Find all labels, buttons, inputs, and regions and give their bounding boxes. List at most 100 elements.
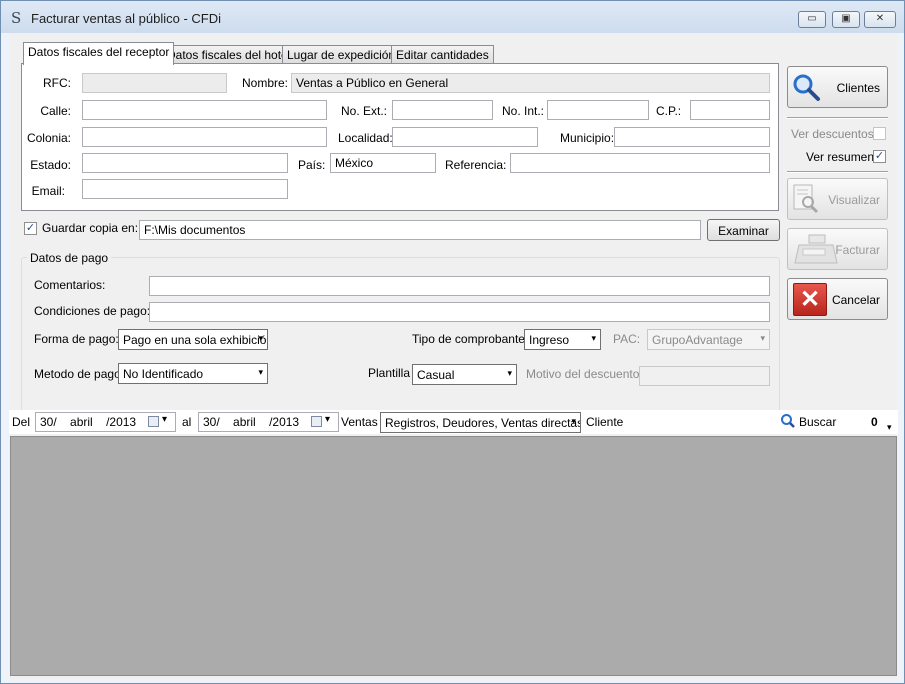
chevron-down-icon: ▾ <box>571 416 576 426</box>
clientes-label: Clientes <box>836 81 880 95</box>
colonia-field[interactable] <box>82 127 327 147</box>
rfc-field[interactable] <box>82 73 227 93</box>
maximize-icon: ▣ <box>841 13 851 24</box>
tab-editar-cantidades[interactable]: Editar cantidades <box>391 45 494 64</box>
minimize-button[interactable]: ▭ <box>798 11 826 28</box>
tab-lugar-expedicion[interactable]: Lugar de expedición <box>282 45 401 64</box>
result-count: 0 <box>871 415 878 429</box>
date-from-picker[interactable]: 30/ abril /2013 ▾ <box>35 412 176 432</box>
results-grid[interactable] <box>10 436 897 676</box>
tipo-comprobante-select[interactable]: Ingreso ▾ <box>524 329 601 350</box>
colonia-label: Colonia: <box>26 131 71 145</box>
guardar-path-field[interactable]: F:\Mis documentos <box>139 220 701 240</box>
date-to-month: abril <box>233 415 256 429</box>
tipo-comprobante-label: Tipo de comprobante: <box>412 332 529 346</box>
ventas-value: Registros, Deudores, Ventas directas <box>385 416 581 430</box>
ver-resumen-checkbox[interactable]: ✓ <box>873 150 886 163</box>
date-to-picker[interactable]: 30/ abril /2013 ▾ <box>198 412 339 432</box>
motivo-descuento-label: Motivo del descuento: <box>526 367 643 381</box>
condiciones-field[interactable] <box>149 302 770 322</box>
datos-pago-title: Datos de pago <box>27 251 112 265</box>
pac-label: PAC: <box>613 332 641 346</box>
print-preview-icon <box>793 184 819 214</box>
chevron-down-icon: ▾ <box>507 368 512 378</box>
pac-select[interactable]: GrupoAdvantage ▾ <box>647 329 770 350</box>
title-bar[interactable]: S Facturar ventas al público - CFDi ▭ ▣ … <box>1 1 904 33</box>
nombre-label: Nombre: <box>242 76 289 90</box>
rfc-label: RFC: <box>43 76 71 90</box>
cancelar-label: Cancelar <box>831 293 880 307</box>
facturar-label: Facturar <box>835 243 880 257</box>
app-icon: S <box>11 9 22 27</box>
localidad-label: Localidad: <box>338 131 393 145</box>
date-from-month: abril <box>70 415 93 429</box>
side-separator <box>787 171 888 173</box>
plantilla-select[interactable]: Casual ▾ <box>412 364 517 385</box>
window-title: Facturar ventas al público - CFDi <box>31 11 222 26</box>
ventas-label: Ventas <box>341 415 378 429</box>
ventas-select[interactable]: Registros, Deudores, Ventas directas ▾ <box>380 412 581 433</box>
comentarios-field[interactable] <box>149 276 770 296</box>
plantilla-value: Casual <box>417 368 455 382</box>
guardar-copia-checkbox[interactable]: ✓ <box>24 222 37 235</box>
forma-pago-label: Forma de pago: <box>34 332 119 346</box>
metodo-pago-label: Metodo de pago: <box>34 367 125 381</box>
guardar-copia-label: Guardar copia en: <box>42 221 139 235</box>
cliente-label: Cliente <box>586 415 624 429</box>
facturar-button[interactable]: Facturar <box>787 228 888 270</box>
referencia-field[interactable] <box>510 153 770 173</box>
minimize-icon: ▭ <box>807 13 817 24</box>
localidad-field[interactable] <box>392 127 538 147</box>
cancelar-button[interactable]: ✕ Cancelar <box>787 278 888 320</box>
checkmark-icon: ✓ <box>874 150 885 162</box>
chevron-down-icon: ▾ <box>760 333 765 343</box>
cp-label: C.P.: <box>656 104 682 118</box>
cp-field[interactable] <box>690 100 770 120</box>
calendar-icon[interactable] <box>148 416 159 427</box>
close-icon: ✕ <box>875 13 885 24</box>
ver-descuentos-label: Ver descuentos <box>791 127 874 141</box>
examinar-button[interactable]: Examinar <box>707 219 780 241</box>
date-to-day: 30/ <box>203 415 220 429</box>
calendar-icon[interactable] <box>311 416 322 427</box>
email-field[interactable] <box>82 179 288 199</box>
del-label: Del <box>12 415 31 429</box>
nombre-field[interactable]: Ventas a Público en General <box>291 73 770 93</box>
close-button[interactable]: ✕ <box>864 11 896 28</box>
plantilla-label: Plantilla <box>368 366 411 380</box>
chevron-down-icon: ▾ <box>162 414 168 425</box>
pais-field[interactable]: México <box>330 153 436 173</box>
forma-pago-select[interactable]: Pago en una sola exhibició ▾ <box>118 329 268 350</box>
app-window: S Facturar ventas al público - CFDi ▭ ▣ … <box>0 0 905 684</box>
buscar-label: Buscar <box>799 415 837 429</box>
motivo-descuento-field[interactable] <box>639 366 770 386</box>
metodo-pago-select[interactable]: No Identificado ▾ <box>118 363 268 384</box>
chevron-down-icon: ▾ <box>591 333 596 343</box>
municipio-label: Municipio: <box>560 131 615 145</box>
maximize-button[interactable]: ▣ <box>832 11 860 28</box>
tab-datos-receptor[interactable]: Datos fiscales del receptor <box>23 42 175 65</box>
municipio-field[interactable] <box>614 127 770 147</box>
clientes-button[interactable]: Clientes <box>787 66 888 108</box>
visualizar-button[interactable]: Visualizar <box>787 178 888 220</box>
estado-label: Estado: <box>30 158 71 172</box>
date-from-year: /2013 <box>106 415 137 429</box>
email-label: Email: <box>31 184 65 198</box>
visualizar-label: Visualizar <box>828 193 880 207</box>
tab-datos-hotel[interactable]: Datos fiscales del hotel <box>162 45 296 64</box>
al-label: al <box>182 415 192 429</box>
cancel-icon: ✕ <box>793 283 827 316</box>
pac-value: GrupoAdvantage <box>652 333 743 347</box>
calle-field[interactable] <box>82 100 327 120</box>
date-to-year: /2013 <box>269 415 300 429</box>
ver-descuentos-checkbox[interactable] <box>873 127 886 140</box>
noext-field[interactable] <box>392 100 493 120</box>
scroll-down-icon[interactable]: ▾ <box>887 422 892 433</box>
side-separator <box>787 117 888 119</box>
noint-field[interactable] <box>547 100 649 120</box>
estado-field[interactable] <box>82 153 288 173</box>
noint-label: No. Int.: <box>502 104 545 118</box>
condiciones-label: Condiciones de pago: <box>34 304 151 318</box>
chevron-down-icon: ▾ <box>258 367 263 377</box>
calle-label: Calle: <box>40 104 71 118</box>
